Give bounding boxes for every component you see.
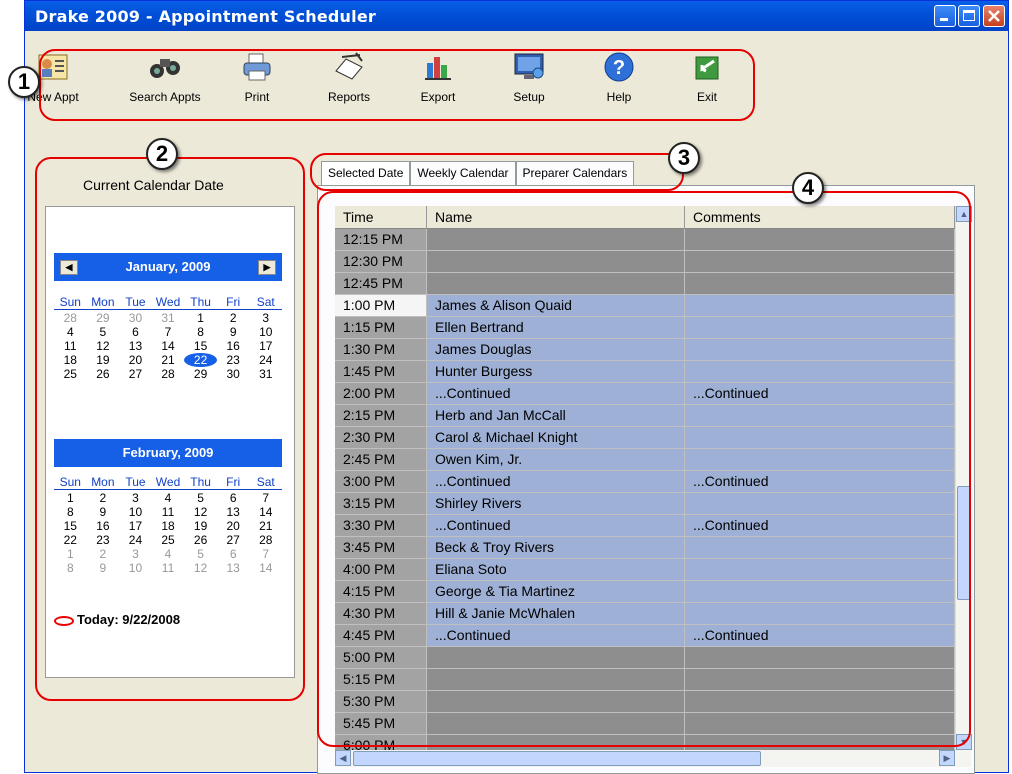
callout-number: 3 (668, 142, 700, 174)
scroll-left-button[interactable]: ◀ (335, 750, 351, 766)
callout-toolbar (39, 49, 755, 121)
minimize-button[interactable] (934, 5, 956, 27)
close-button[interactable] (983, 5, 1005, 27)
right-arrow-icon: ▶ (943, 753, 951, 763)
window-title: Drake 2009 - Appointment Scheduler (35, 7, 376, 26)
callout-number: 4 (792, 172, 824, 204)
app-window: Drake 2009 - Appointment Scheduler New A… (24, 0, 1009, 774)
scroll-thumb[interactable] (353, 751, 761, 766)
minimize-icon (940, 18, 948, 21)
title-bar[interactable]: Drake 2009 - Appointment Scheduler (25, 1, 1008, 31)
callout-tabs (310, 153, 684, 191)
horizontal-scrollbar[interactable]: ◀ ▶ (335, 750, 971, 767)
callout-grid (317, 191, 971, 747)
callout-calendar (35, 157, 305, 701)
close-icon (988, 10, 1000, 22)
maximize-button[interactable] (958, 5, 980, 27)
callout-number: 1 (8, 66, 40, 98)
left-arrow-icon: ◀ (339, 753, 347, 763)
scroll-right-button[interactable]: ▶ (939, 750, 955, 766)
callout-number: 2 (146, 138, 178, 170)
maximize-icon (963, 10, 975, 21)
